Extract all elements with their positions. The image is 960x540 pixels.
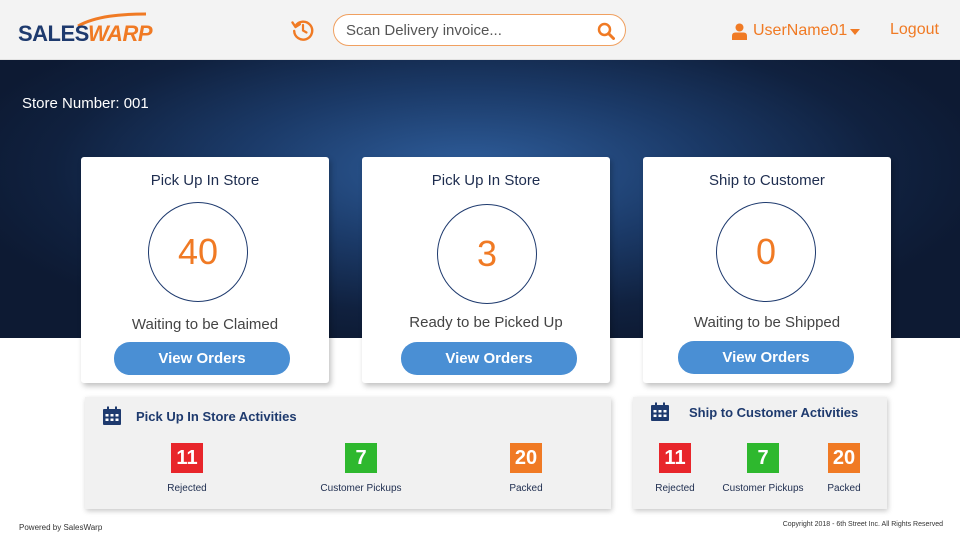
user-icon [732,23,747,40]
count-circle: 3 [437,204,537,304]
card-pickup-waiting: Pick Up In Store 40 Waiting to be Claime… [81,157,329,383]
stat-value: 20 [828,443,860,473]
stat-label: Customer Pickups [320,483,402,494]
view-orders-button[interactable]: View Orders [678,341,854,374]
stat-label: Rejected [167,483,207,494]
logo-sales-text: SALES [18,21,89,46]
card-pickup-ready: Pick Up In Store 3 Ready to be Picked Up… [362,157,610,383]
user-menu[interactable]: UserName01 [732,20,861,42]
stat-value: 7 [345,443,377,473]
stat-value: 11 [659,443,691,473]
copyright-text: Copyright 2018 - 6th Street Inc. All Rig… [782,521,943,528]
stat-rejected[interactable]: 11 Rejected [645,443,705,494]
store-number-label: Store Number: 001 [22,95,149,112]
activities-title: Ship to Customer Activities [689,405,859,420]
card-title: Ship to Customer [709,172,825,189]
view-orders-button[interactable]: View Orders [114,342,290,375]
stat-packed[interactable]: 20 Packed [486,443,566,494]
stat-value: 11 [171,443,203,473]
username-label: UserName01 [753,22,848,39]
history-icon[interactable] [291,18,315,42]
stat-value: 7 [747,443,779,473]
caret-down-icon [850,29,861,35]
top-header: SALES WARP UserName01 Logout [0,0,960,60]
activities-title: Pick Up In Store Activities [136,409,297,424]
stat-value: 20 [510,443,542,473]
calendar-icon [651,402,669,421]
stat-label: Customer Pickups [722,483,804,494]
logout-link[interactable]: Logout [890,21,939,39]
card-subtitle: Ready to be Picked Up [409,314,563,331]
count-value: 0 [755,231,777,272]
card-ship-waiting: Ship to Customer 0 Waiting to be Shipped… [643,157,891,383]
count-circle: 40 [148,202,248,302]
card-subtitle: Waiting to be Shipped [693,314,841,331]
search-icon[interactable] [597,22,615,40]
stat-customer-pickups[interactable]: 7 Customer Pickups [713,443,813,494]
powered-by-text: Powered by SalesWarp [19,523,103,532]
stat-customer-pickups[interactable]: 7 Customer Pickups [301,443,421,494]
stat-rejected[interactable]: 11 Rejected [147,443,227,494]
card-title: Pick Up In Store [150,172,260,189]
count-value: 40 [177,231,219,272]
count-value: 3 [476,233,498,274]
search-box [333,14,626,46]
card-title: Pick Up In Store [431,172,541,189]
scan-invoice-input[interactable] [346,19,586,41]
count-circle: 0 [716,202,816,302]
stat-packed[interactable]: 20 Packed [819,443,869,494]
stat-label: Packed [827,483,861,494]
stat-label: Packed [509,483,543,494]
stat-label: Rejected [655,483,695,494]
ship-activities-panel: Ship to Customer Activities 11 Rejected … [633,397,887,509]
logo-warp-text: WARP [88,21,153,46]
pickup-activities-panel: Pick Up In Store Activities 11 Rejected … [85,397,611,509]
saleswarp-logo[interactable]: SALES WARP [18,12,158,48]
view-orders-button[interactable]: View Orders [401,342,577,375]
calendar-icon [103,406,121,425]
card-subtitle: Waiting to be Claimed [131,316,279,333]
